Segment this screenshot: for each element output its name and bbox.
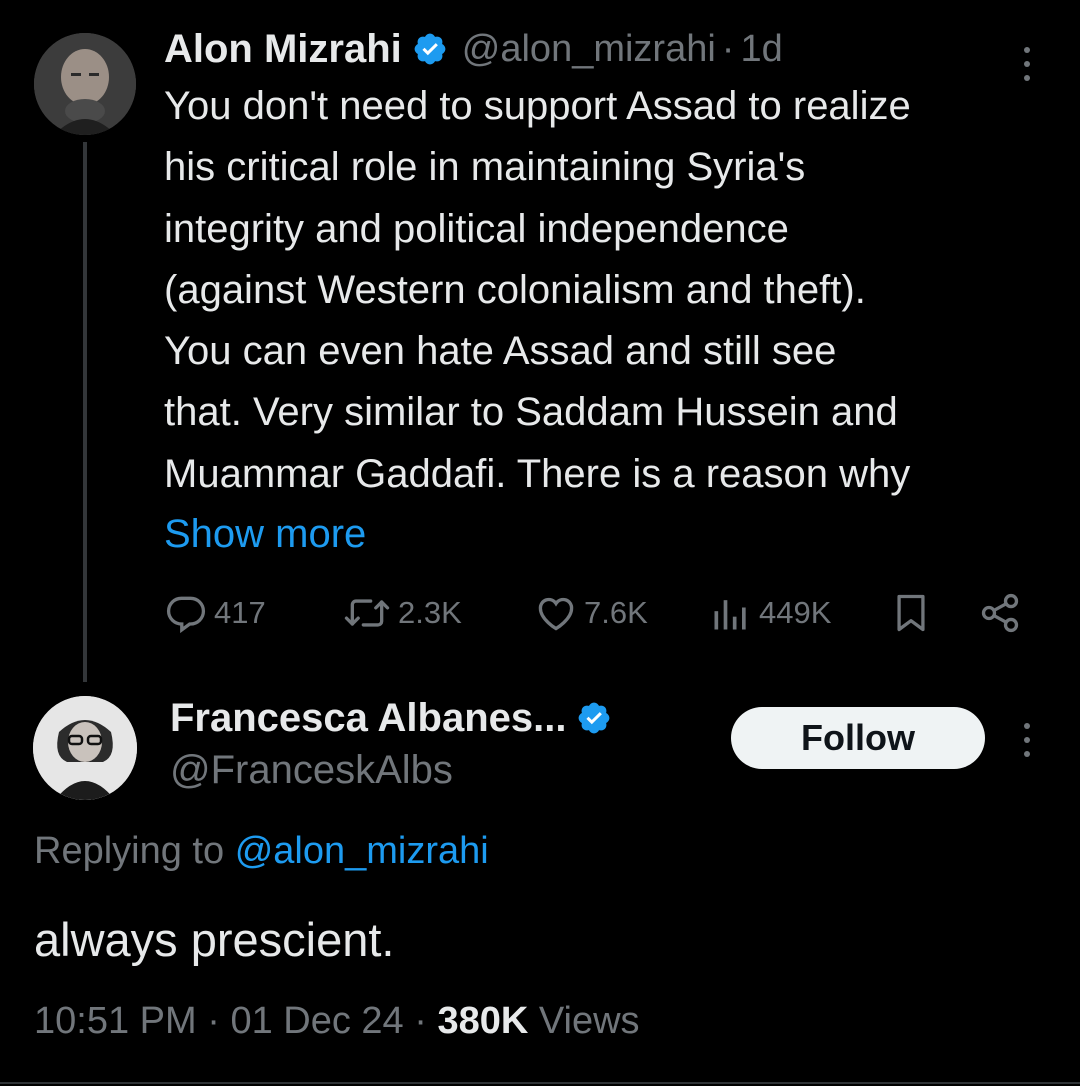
replying-to-line: Replying to @alon_mizrahi (34, 830, 489, 873)
views-count: 449K (759, 595, 832, 630)
analytics-icon (714, 600, 746, 630)
views-button[interactable]: 449K (709, 585, 831, 641)
bookmark-button[interactable] (889, 585, 933, 641)
follow-button[interactable]: Follow (731, 707, 985, 769)
repost-count: 2.3K (398, 595, 462, 630)
divider (0, 1082, 1080, 1084)
reply-tweet-header: Francesca Albanes... (170, 690, 626, 746)
tweet-text-line: (against Western colonialism and theft). (164, 267, 866, 312)
tweet-text-line: You don't need to support Assad to reali… (164, 84, 911, 128)
tweet-time[interactable]: 10:51 PM (34, 1000, 197, 1042)
separator-dot: · (207, 1000, 220, 1042)
replying-mention-link[interactable]: @alon_mizrahi (235, 830, 489, 872)
reply-count: 417 (214, 595, 266, 630)
replying-prefix: Replying to (34, 830, 225, 872)
tweet-text-line: Muammar Gaddafi. There is a reason why (164, 451, 911, 496)
tweet-age[interactable]: 1d (740, 28, 782, 71)
author-name[interactable]: Alon Mizrahi (164, 27, 402, 72)
bookmark-icon (897, 594, 925, 632)
separator-dot: · (414, 1000, 427, 1042)
francesca-albanese-avatar[interactable] (33, 696, 137, 800)
tweet-views-count[interactable]: 380K (437, 1000, 528, 1042)
repost-icon (344, 599, 390, 627)
repost-button[interactable]: 2.3K (342, 585, 462, 641)
author-handle[interactable]: @alon_mizrahi (462, 28, 716, 71)
like-count: 7.6K (584, 595, 648, 630)
tweet-text-line: You can even hate Assad and still see (164, 329, 837, 374)
tweet-text-line: integrity and political independence (164, 206, 789, 251)
separator-dot: · (721, 27, 735, 70)
tweet-date[interactable]: 01 Dec 24 (230, 1000, 403, 1042)
share-icon (981, 593, 1019, 633)
parent-tweet-header: Alon Mizrahi @alon_mizrahi · 1d (164, 22, 783, 76)
parent-tweet-text: You don't need to support Assad to reali… (164, 76, 1064, 505)
user-avatar-icon (34, 33, 136, 135)
reply-tweet-text: always prescient. (34, 913, 395, 966)
like-button[interactable]: 7.6K (534, 585, 648, 641)
author-handle[interactable]: @FranceskAlbs (170, 748, 453, 793)
reply-icon (166, 596, 206, 634)
verified-badge-icon (576, 700, 612, 736)
reply-button[interactable]: 417 (164, 585, 266, 641)
author-name[interactable]: Francesca Albanes... (170, 696, 566, 741)
tweet-text-line: his critical role in maintaining Syria's (164, 145, 806, 190)
show-more-link[interactable]: Show more (164, 504, 366, 565)
thread-connector-line (83, 142, 87, 682)
alon-mizrahi-avatar[interactable] (34, 33, 136, 135)
tweet-text-line: that. Very similar to Saddam Hussein and (164, 390, 898, 435)
heart-icon (538, 597, 574, 631)
share-button[interactable] (978, 585, 1022, 641)
tweet-meta: 10:51 PM · 01 Dec 24 · 380K Views (34, 1000, 640, 1043)
user-avatar-icon (33, 696, 137, 800)
tweet-action-bar: 417 2.3K 7.6K 449K (164, 585, 1034, 641)
more-options-icon[interactable] (1012, 710, 1042, 770)
verified-badge-icon (412, 31, 448, 67)
tweet-views-label: Views (538, 1000, 640, 1042)
